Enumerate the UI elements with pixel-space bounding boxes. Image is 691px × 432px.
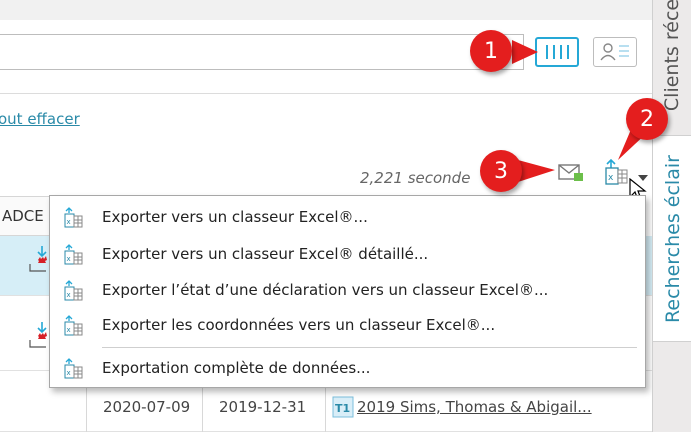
callout-arrows bbox=[512, 40, 650, 182]
callout-badge: 1 bbox=[470, 30, 512, 72]
callout-badge: 2 bbox=[626, 98, 668, 140]
callout-badge: 3 bbox=[480, 150, 522, 192]
